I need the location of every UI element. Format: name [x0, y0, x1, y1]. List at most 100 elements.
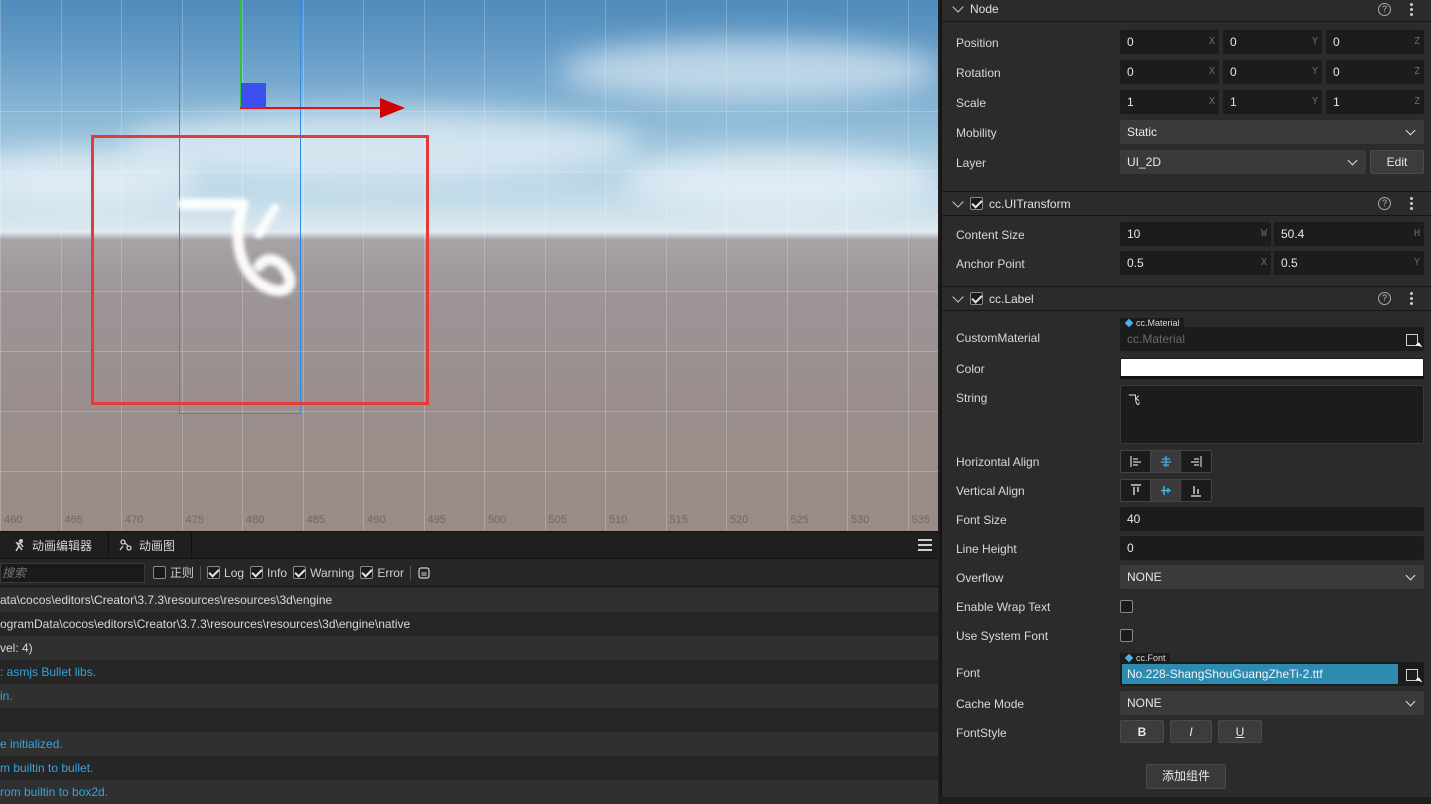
horizontal-align-group [1120, 450, 1212, 473]
prop-label: Layer [956, 156, 987, 170]
grid-line [0, 471, 938, 472]
prop-label: Content Size [956, 228, 1025, 242]
asset-picker-icon[interactable] [1406, 334, 1418, 346]
console-search-input[interactable] [0, 562, 145, 583]
underline-button[interactable]: U [1218, 720, 1262, 743]
log-row[interactable] [0, 708, 938, 732]
rotation-y-field[interactable]: 0Y [1223, 60, 1322, 84]
layer-edit-button[interactable]: Edit [1370, 150, 1424, 174]
content-width-field[interactable]: 10 W [1120, 222, 1271, 246]
diamond-icon [1124, 318, 1134, 328]
enable-wrap-text-checkbox[interactable] [1120, 600, 1133, 613]
asset-picker-icon[interactable] [1406, 669, 1418, 681]
section-uitransform-header[interactable]: cc.UITransform ? [942, 191, 1431, 216]
align-left-icon[interactable] [1121, 451, 1151, 472]
filter-label: Log [224, 565, 245, 580]
gizmo-x-arrow-icon[interactable] [380, 98, 405, 118]
align-top-icon[interactable] [1121, 480, 1151, 501]
scale-y-field[interactable]: 1Y [1223, 90, 1322, 114]
use-system-font-checkbox[interactable] [1120, 629, 1133, 642]
grid-line [908, 0, 909, 531]
layer-select[interactable]: UI_2D [1120, 150, 1366, 174]
select-value: NONE [1127, 696, 1162, 710]
filter-warning[interactable]: Warning [293, 566, 354, 580]
component-enabled-checkbox[interactable] [970, 292, 983, 305]
color-swatch[interactable] [1120, 358, 1424, 379]
filter-log-checkbox[interactable] [207, 566, 221, 579]
line-height-field[interactable]: 0 [1120, 536, 1424, 560]
ruler-tick-label: 470 [125, 514, 144, 526]
log-row[interactable]: ogramData\cocos\editors\Creator\3.7.3\re… [0, 612, 938, 636]
panel-menu-icon[interactable] [918, 539, 932, 551]
vertical-align-group [1120, 479, 1212, 502]
section-label-header[interactable]: cc.Label ? [942, 286, 1431, 311]
chevron-down-icon[interactable] [952, 195, 964, 208]
tab-animation-editor[interactable]: 动画编辑器 [0, 531, 110, 559]
prop-label: Line Height [956, 542, 1017, 556]
log-row[interactable]: ata\cocos\editors\Creator\3.7.3\resource… [0, 588, 938, 612]
align-center-icon[interactable] [1151, 451, 1181, 472]
scale-x-field[interactable]: 1X [1120, 90, 1219, 114]
custom-material-field[interactable]: cc.Material [1120, 327, 1424, 351]
field-value: 50.4 [1281, 227, 1305, 241]
component-enabled-checkbox[interactable] [970, 197, 983, 210]
more-menu-icon[interactable] [1410, 197, 1413, 210]
tab-animation-graph[interactable]: 动画图 [109, 531, 193, 559]
filter-regex-checkbox[interactable] [153, 566, 166, 579]
align-right-icon[interactable] [1181, 451, 1211, 472]
filter-error-checkbox[interactable] [360, 566, 374, 579]
font-size-field[interactable]: 40 [1120, 507, 1424, 531]
bold-button[interactable]: B [1120, 720, 1164, 743]
log-row[interactable]: rom builtin to box2d. [0, 780, 938, 804]
mobility-select[interactable]: Static [1120, 120, 1424, 144]
italic-button[interactable]: I [1170, 720, 1212, 743]
more-menu-icon[interactable] [1410, 292, 1413, 305]
filter-warning-checkbox[interactable] [293, 566, 307, 579]
chevron-down-icon[interactable] [952, 1, 964, 13]
cache-mode-select[interactable]: NONE [1120, 691, 1424, 715]
log-row[interactable]: vel: 4) [0, 636, 938, 660]
rotation-x-field[interactable]: 0X [1120, 60, 1219, 84]
help-icon[interactable]: ? [1378, 2, 1391, 16]
help-icon[interactable]: ? [1378, 292, 1391, 305]
grid-line [847, 0, 848, 531]
filter-error[interactable]: Error [360, 566, 404, 580]
filter-info[interactable]: Info [250, 566, 287, 580]
filter-info-checkbox[interactable] [250, 566, 264, 579]
log-row[interactable]: m builtin to bullet. [0, 756, 938, 780]
chevron-down-icon[interactable] [952, 290, 964, 303]
ruler-tick-label: 500 [488, 514, 507, 526]
string-textarea[interactable]: 飞 [1120, 385, 1424, 444]
clear-log-icon[interactable] [417, 566, 431, 580]
help-icon[interactable]: ? [1378, 197, 1391, 210]
scene-view[interactable]: 460 465 470 475 480 485 490 495 500 505 510 515 520 5… [0, 0, 938, 531]
log-row[interactable]: in. [0, 684, 938, 708]
section-node-header[interactable]: Node ? [942, 0, 1431, 22]
log-row[interactable]: : asmjs Bullet libs. [0, 660, 938, 684]
prop-mobility: Mobility Static [942, 120, 1431, 145]
gizmo-xy-handle[interactable] [241, 83, 266, 108]
position-z-field[interactable]: 0Z [1326, 30, 1424, 54]
log-row[interactable]: e initialized. [0, 732, 938, 756]
overflow-select[interactable]: NONE [1120, 565, 1424, 589]
add-component-button[interactable]: 添加组件 [1146, 764, 1226, 789]
filter-log[interactable]: Log [207, 566, 244, 580]
ruler-tick-label: 460 [4, 514, 23, 526]
grid-line [484, 0, 485, 531]
filter-regex[interactable]: 正则 [153, 564, 194, 581]
position-x-field[interactable]: 0X [1120, 30, 1219, 54]
rotation-z-field[interactable]: 0Z [1326, 60, 1424, 84]
filter-label: Warning [310, 565, 355, 580]
scale-z-field[interactable]: 1Z [1326, 90, 1424, 114]
prop-rotation: Rotation 0X 0Y 0Z [942, 60, 1431, 85]
grid-line [0, 411, 938, 412]
anchor-x-field[interactable]: 0.5 X [1120, 251, 1271, 275]
position-y-field[interactable]: 0Y [1223, 30, 1322, 54]
font-asset-field[interactable]: No.228-ShangShouGuangZheTi-2.ttf [1120, 662, 1424, 686]
more-menu-icon[interactable] [1410, 2, 1413, 16]
animation-editor-icon [15, 539, 24, 552]
anchor-y-field[interactable]: 0.5 Y [1274, 251, 1424, 275]
align-bottom-icon[interactable] [1181, 480, 1211, 501]
align-middle-icon[interactable] [1151, 480, 1181, 501]
content-height-field[interactable]: 50.4 H [1274, 222, 1424, 246]
